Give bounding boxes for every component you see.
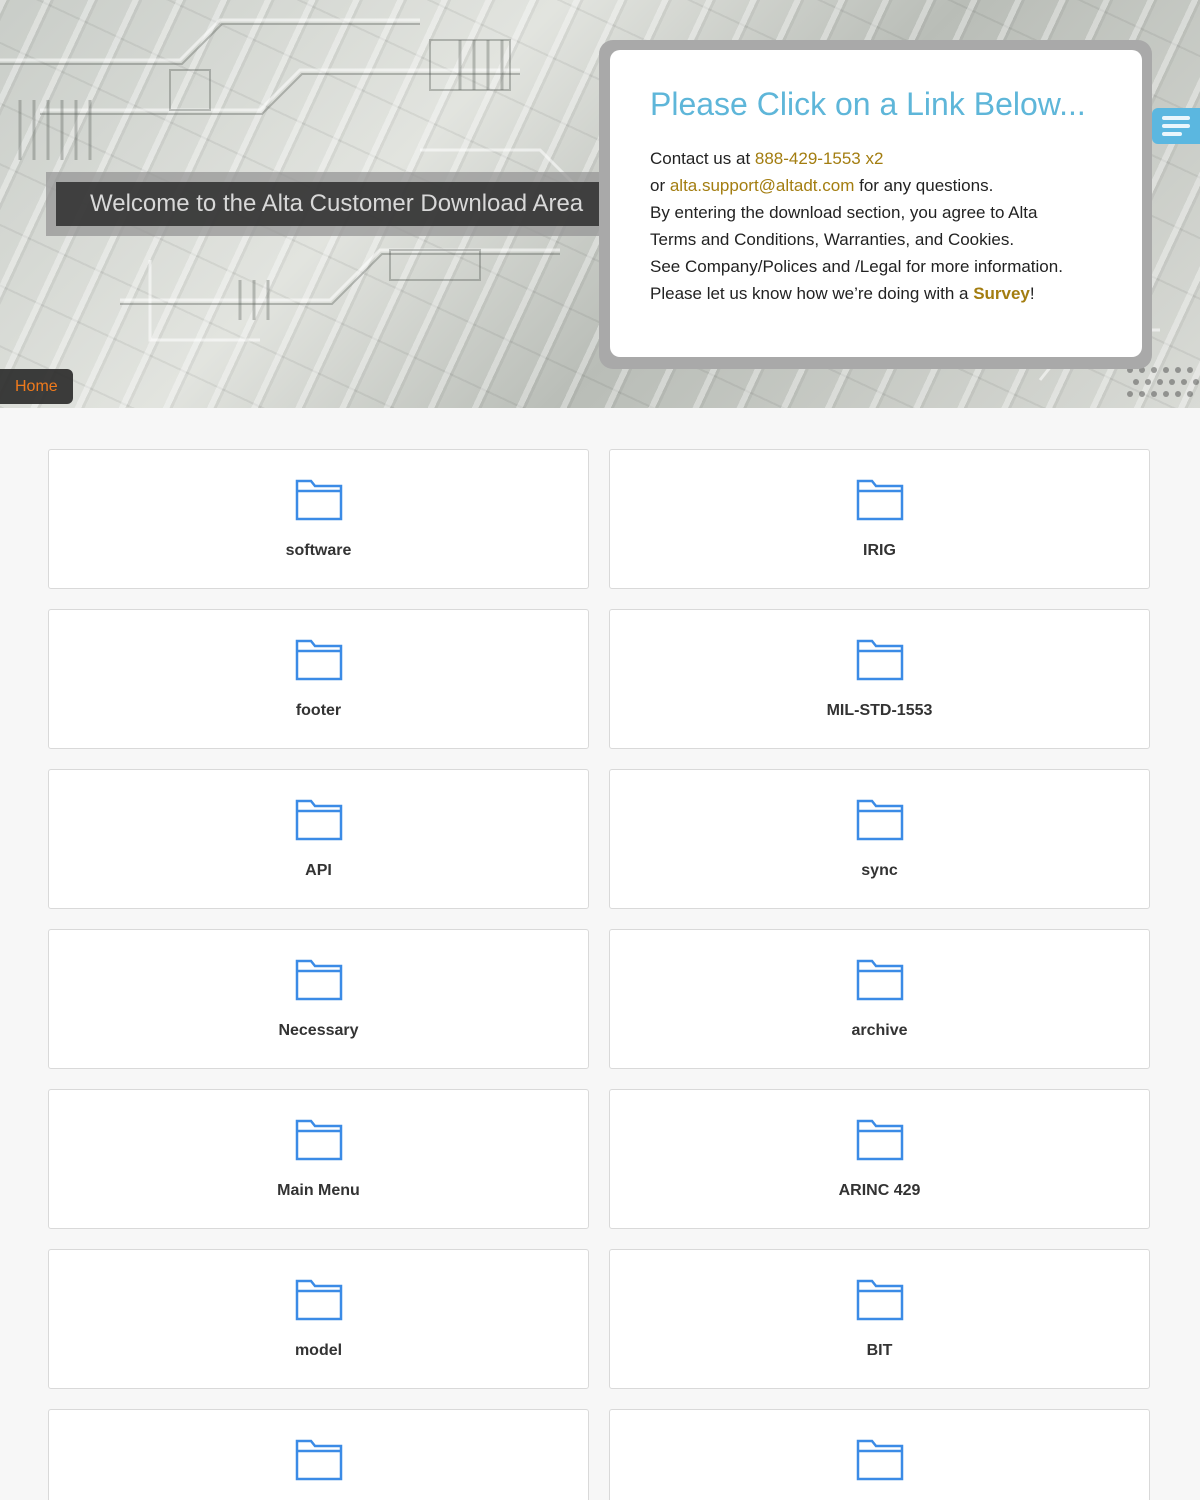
folder-tile[interactable]: MIL-STD-1553 <box>609 609 1150 749</box>
legal-line: See Company/Polices and /Legal for more … <box>650 257 1063 276</box>
folder-label: model <box>294 1342 343 1359</box>
folder-label: Main Menu <box>277 1182 360 1199</box>
folder-icon <box>295 799 343 841</box>
folder-icon <box>856 639 904 681</box>
info-panel: Please Click on a Link Below... Contact … <box>610 50 1142 357</box>
folder-icon <box>856 479 904 521</box>
folder-tile[interactable]: archive <box>609 929 1150 1069</box>
folder-icon <box>856 959 904 1001</box>
folder-label: IRIG <box>863 542 896 559</box>
folder-icon <box>295 639 343 681</box>
folder-label: software <box>285 542 352 559</box>
folder-tile[interactable]: model <box>48 1249 589 1389</box>
folder-icon <box>295 1439 343 1481</box>
folder-icon <box>856 1279 904 1321</box>
folder-tile[interactable] <box>48 1409 589 1500</box>
survey-link[interactable]: Survey <box>973 284 1030 303</box>
or-prefix: or <box>650 176 670 195</box>
folder-tile[interactable]: Necessary <box>48 929 589 1069</box>
folder-tile[interactable]: BIT <box>609 1249 1150 1389</box>
folder-tile[interactable]: IRIG <box>609 449 1150 589</box>
folder-label: ARINC 429 <box>838 1182 921 1199</box>
email-suffix: for any questions. <box>854 176 994 195</box>
folder-icon <box>295 959 343 1001</box>
hamburger-menu-icon[interactable] <box>1152 108 1200 144</box>
welcome-heading: Welcome to the Alta Customer Download Ar… <box>56 182 601 226</box>
survey-prefix: Please let us know how we’re doing with … <box>650 284 974 303</box>
folder-label: archive <box>851 1022 908 1039</box>
folder-tile[interactable]: sync <box>609 769 1150 909</box>
contact-line: Contact us at 888-429-1553 x2 <box>650 145 1142 172</box>
folder-label: sync <box>861 862 898 879</box>
folder-tile[interactable] <box>609 1409 1150 1500</box>
contact-prefix: Contact us at <box>650 149 755 168</box>
survey-line: Please let us know how we’re doing with … <box>650 280 1142 307</box>
folder-icon <box>856 1439 904 1481</box>
folder-label: MIL-STD-1553 <box>826 702 933 719</box>
agreement-line: By entering the download section, you ag… <box>650 203 1038 222</box>
folder-label: Necessary <box>278 1022 359 1039</box>
folder-tile[interactable]: software <box>48 449 589 589</box>
folder-icon <box>295 1279 343 1321</box>
folder-tile[interactable]: ARINC 429 <box>609 1089 1150 1229</box>
phone-link[interactable]: 888-429-1553 x2 <box>755 149 884 168</box>
folder-icon <box>295 479 343 521</box>
folder-icon <box>856 799 904 841</box>
folder-label: footer <box>295 702 342 719</box>
folder-tile[interactable]: footer <box>48 609 589 749</box>
email-link[interactable]: alta.support@altadt.com <box>670 176 855 195</box>
folder-icon <box>856 1119 904 1161</box>
folder-label: API <box>305 862 332 879</box>
breadcrumb-home[interactable]: Home <box>0 369 73 404</box>
folder-tile[interactable]: Main Menu <box>48 1089 589 1229</box>
folder-tile[interactable]: API <box>48 769 589 909</box>
survey-suffix: ! <box>1029 284 1035 303</box>
terms-line: Terms and Conditions, Warranties, and Co… <box>650 230 1015 249</box>
email-line: or alta.support@altadt.com for any quest… <box>650 172 1142 199</box>
folder-label: BIT <box>866 1342 893 1359</box>
folder-icon <box>295 1119 343 1161</box>
info-title: Please Click on a Link Below... <box>650 86 1086 122</box>
